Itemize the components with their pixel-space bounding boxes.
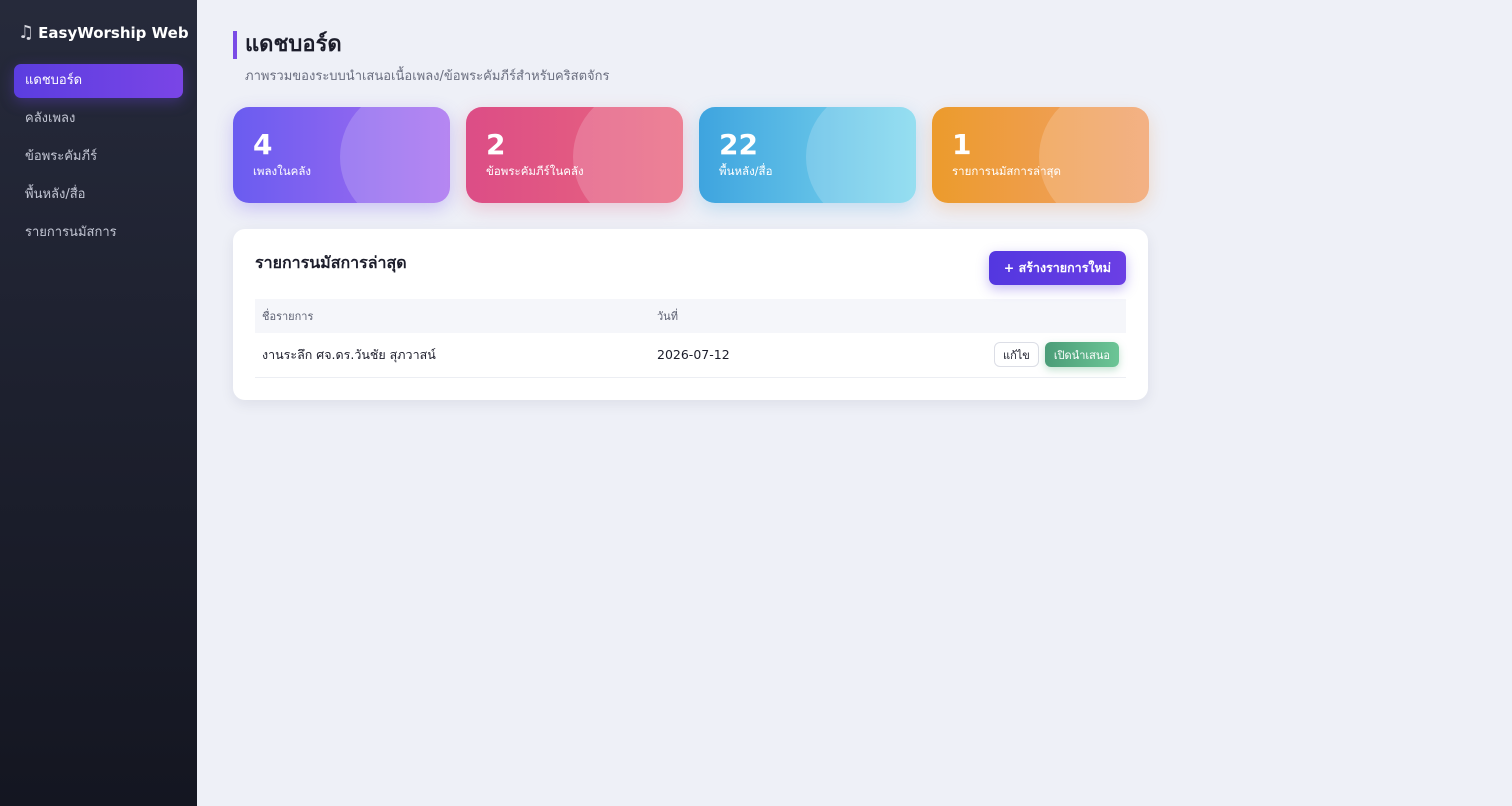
stat-card-media: 22 พื้นหลัง/สื่อ bbox=[699, 107, 916, 203]
stat-card-songs: 4 เพลงในคลัง bbox=[233, 107, 450, 203]
create-service-button[interactable]: + สร้างรายการใหม่ bbox=[988, 251, 1126, 285]
services-table: ชื่อรายการ วันที่ งานระลึก ศจ.ดร.วันชัย … bbox=[255, 299, 1126, 378]
edit-button[interactable]: แก้ไข bbox=[994, 342, 1039, 368]
sidebar-nav: แดชบอร์ด คลังเพลง ข้อพระคัมภีร์ พื้นหลัง… bbox=[14, 64, 183, 250]
page-subtitle: ภาพรวมของระบบนำเสนอเนื้อเพลง/ข้อพระคัมภี… bbox=[245, 69, 610, 84]
brand-name: EasyWorship Web bbox=[38, 23, 189, 42]
stat-value: 2 bbox=[486, 128, 506, 161]
stat-card-scriptures: 2 ข้อพระคัมภีร์ในคลัง bbox=[466, 107, 683, 203]
panel-header: รายการนมัสการล่าสุด + สร้างรายการใหม่ bbox=[255, 251, 1126, 285]
panel-title: รายการนมัสการล่าสุด bbox=[255, 253, 407, 272]
page-title: แดชบอร์ด bbox=[245, 32, 342, 57]
stat-value: 1 bbox=[952, 128, 972, 161]
service-date: 2026-07-12 bbox=[650, 333, 824, 378]
table-header: ชื่อรายการ วันที่ bbox=[255, 299, 1126, 333]
sidebar: ♫ EasyWorship Web แดชบอร์ด คลังเพลง ข้อพ… bbox=[0, 0, 197, 806]
present-button[interactable]: เปิดนำเสนอ bbox=[1044, 342, 1119, 368]
sidebar-item-services[interactable]: รายการนมัสการ bbox=[14, 216, 183, 250]
stats-row: 4 เพลงในคลัง 2 ข้อพระคัมภีร์ในคลัง 22 พื… bbox=[233, 107, 1512, 203]
stat-value: 22 bbox=[719, 128, 758, 161]
sidebar-item-dashboard[interactable]: แดชบอร์ด bbox=[14, 64, 183, 98]
stat-card-services: 1 รายการนมัสการล่าสุด bbox=[932, 107, 1149, 203]
table-row: งานระลึก ศจ.ดร.วันชัย สุภวาสน์ 2026-07-1… bbox=[255, 333, 1126, 378]
sidebar-item-songs[interactable]: คลังเพลง bbox=[14, 102, 183, 136]
row-actions: แก้ไข เปิดนำเสนอ bbox=[823, 333, 1126, 378]
stat-label: เพลงในคลัง bbox=[253, 164, 312, 178]
recent-services-panel: รายการนมัสการล่าสุด + สร้างรายการใหม่ ชื… bbox=[233, 229, 1148, 400]
main-content: แดชบอร์ด ภาพรวมของระบบนำเสนอเนื้อเพลง/ข้… bbox=[197, 0, 1512, 806]
column-header-date: วันที่ bbox=[657, 310, 678, 323]
stat-label: รายการนมัสการล่าสุด bbox=[952, 164, 1062, 178]
sidebar-item-scriptures[interactable]: ข้อพระคัมภีร์ bbox=[14, 140, 183, 174]
sidebar-item-media[interactable]: พื้นหลัง/สื่อ bbox=[14, 178, 183, 212]
brand: ♫ EasyWorship Web bbox=[18, 22, 189, 43]
column-header-name: ชื่อรายการ bbox=[262, 310, 314, 323]
stat-value: 4 bbox=[253, 128, 273, 161]
service-name: งานระลึก ศจ.ดร.วันชัย สุภวาสน์ bbox=[255, 333, 650, 378]
stat-label: ข้อพระคัมภีร์ในคลัง bbox=[486, 164, 584, 178]
stat-label: พื้นหลัง/สื่อ bbox=[719, 164, 773, 178]
music-note-icon: ♫ bbox=[18, 22, 35, 43]
page-header: แดชบอร์ด bbox=[233, 31, 1512, 59]
column-header-actions bbox=[823, 299, 1126, 333]
